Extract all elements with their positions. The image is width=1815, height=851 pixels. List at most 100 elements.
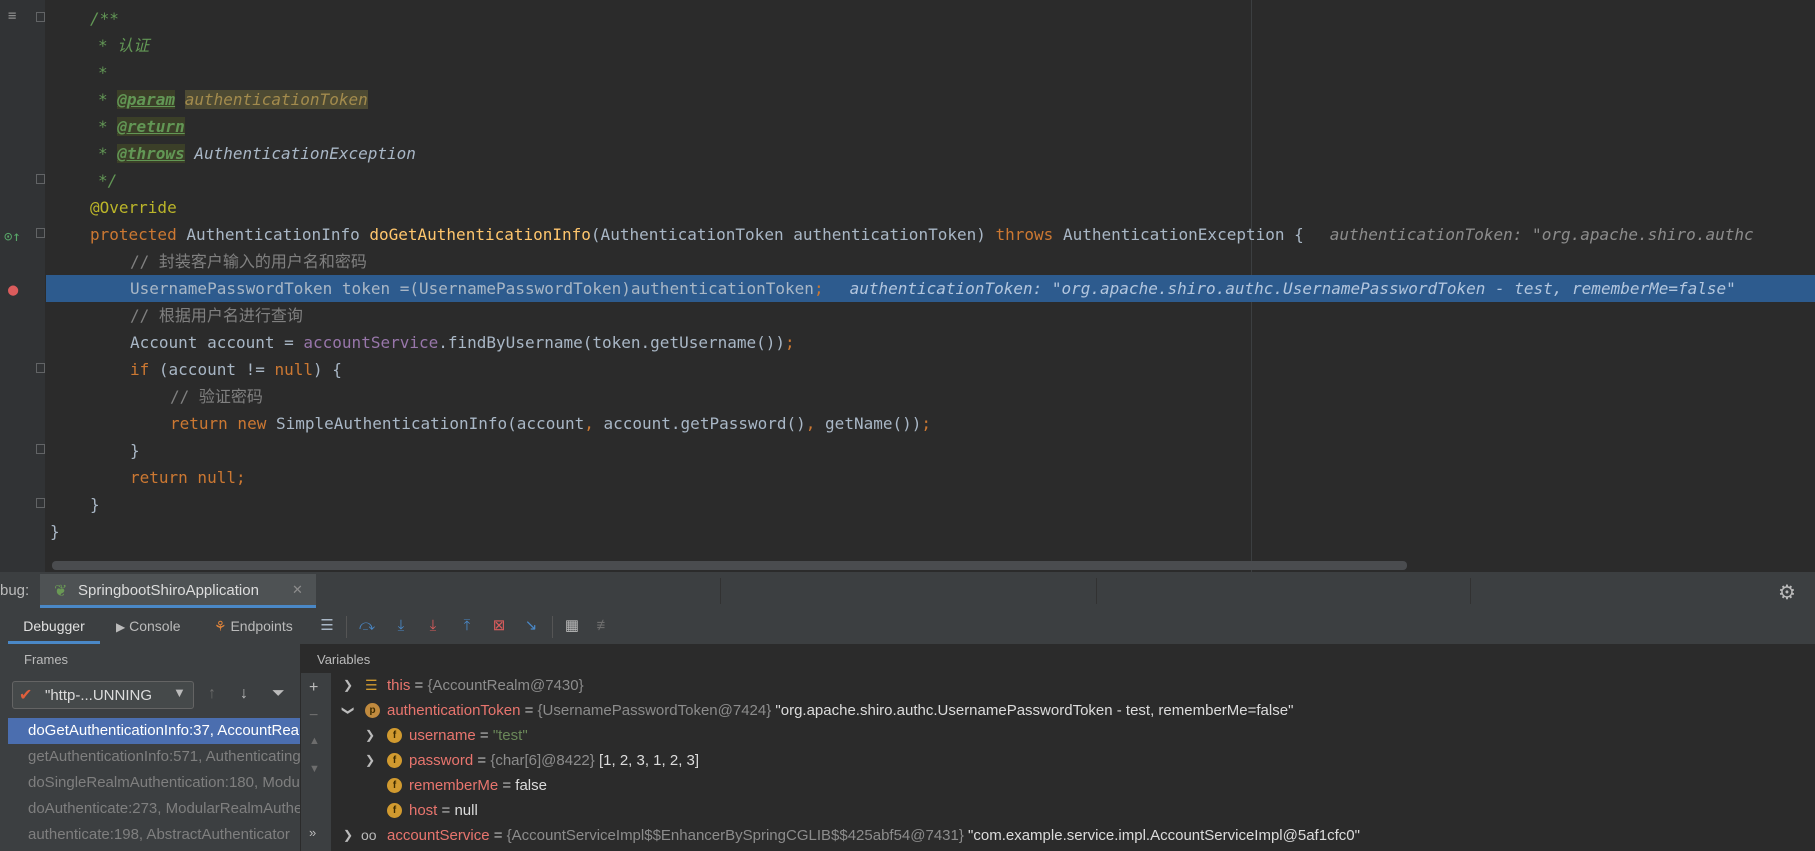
editor-gutter[interactable] — [0, 0, 45, 574]
check-icon: ✔ — [19, 687, 33, 704]
code-line[interactable]: * 认证 — [46, 32, 1815, 59]
variables-panel: Variables + − ▲ ▼ » ❯ ☰ this = {AccountR… — [301, 644, 1815, 851]
chevron-down-icon[interactable]: ❯ — [336, 705, 361, 715]
show-frames-icon[interactable]: ☰ — [318, 617, 336, 635]
endpoints-icon: ⚘ — [214, 618, 227, 634]
step-out-icon[interactable]: ⤒ — [458, 617, 476, 635]
tab-endpoints[interactable]: ⚘ Endpoints — [214, 608, 293, 644]
console-icon: ▶ — [116, 620, 126, 634]
toolbar-separator — [552, 616, 553, 638]
drop-frame-icon[interactable]: ⊠ — [490, 617, 508, 635]
thread-name: "http-...UNNING — [45, 687, 153, 704]
chevron-right-icon[interactable]: ❯ — [343, 673, 353, 698]
code-line[interactable]: // 根据用户名进行查询 — [46, 302, 1815, 329]
watch-glasses-icon: oo — [361, 827, 377, 843]
code-line[interactable]: /** — [46, 5, 1815, 32]
code-line[interactable]: // 验证密码 — [46, 383, 1815, 410]
remove-watch-icon[interactable]: − — [309, 707, 318, 725]
fold-marker[interactable] — [36, 498, 45, 508]
chevron-right-icon[interactable]: ❯ — [365, 723, 375, 748]
fold-marker[interactable] — [36, 174, 45, 184]
code-line[interactable]: protected AuthenticationInfo doGetAuthen… — [46, 221, 1815, 248]
variable-row-account-service[interactable]: ❯ oo accountService = {AccountServiceImp… — [337, 823, 1815, 848]
chevron-right-icon[interactable]: ❯ — [343, 823, 353, 848]
thread-selector[interactable]: ✔ "http-...UNNING ▼ — [12, 681, 194, 709]
add-watch-icon[interactable]: + — [309, 679, 318, 697]
frames-title: Frames — [24, 652, 69, 667]
code-line-current[interactable]: UsernamePasswordToken token =(UsernamePa… — [46, 275, 1815, 302]
equals-sign: = — [502, 777, 512, 794]
run-to-cursor-icon[interactable]: ↘ — [522, 617, 540, 635]
variable-row-authentication-token[interactable]: ❯ p authenticationToken = {UsernamePassw… — [337, 698, 1815, 723]
trace-stream-icon[interactable]: ≢ — [595, 617, 613, 635]
code-line[interactable]: * @return — [46, 113, 1815, 140]
code-line[interactable]: * — [46, 59, 1815, 86]
run-config-tab[interactable]: ❦ SpringbootShiroApplication ✕ — [40, 574, 316, 608]
override-method-icon[interactable]: ⊙↑ — [4, 229, 21, 245]
variable-value: false — [515, 777, 547, 794]
fold-marker[interactable] — [36, 12, 45, 22]
code-line[interactable]: } — [46, 491, 1815, 518]
variable-type: {char[6]@8422} — [490, 752, 595, 769]
code-token: @param — [117, 90, 176, 109]
code-editor[interactable]: ≡ ⊙↑ ● /** * 认证 * * @param authenticationTo… — [0, 0, 1815, 574]
field-icon: f — [387, 753, 402, 768]
frame-item[interactable]: doAuthenticate:273, ModularRealmAuthenti… — [8, 796, 300, 822]
code-token: if — [130, 360, 159, 379]
breakpoint-icon[interactable]: ● — [8, 282, 18, 299]
code-line[interactable]: } — [46, 437, 1815, 464]
fold-marker[interactable] — [36, 444, 45, 454]
gear-icon[interactable]: ⚙ — [1778, 580, 1796, 605]
move-down-icon[interactable]: ▼ — [309, 763, 320, 775]
move-up-icon[interactable]: ▲ — [309, 735, 320, 747]
code-line[interactable]: * @throws AuthenticationException — [46, 140, 1815, 167]
variable-row-host[interactable]: f host = null — [337, 798, 1815, 823]
variable-row-password[interactable]: ❯ f password = {char[6]@8422} [1, 2, 3, … — [337, 748, 1815, 773]
code-line[interactable]: if (account != null) { — [46, 356, 1815, 383]
code-line[interactable]: @Override — [46, 194, 1815, 221]
variable-value: [1, 2, 3, 1, 2, 3] — [598, 752, 700, 769]
tab-console[interactable]: ▶ Console — [116, 608, 181, 644]
frame-item[interactable]: getAuthenticationInfo:571, Authenticatin… — [8, 744, 300, 770]
code-line[interactable]: return null; — [46, 464, 1815, 491]
frame-item[interactable]: doGetAuthenticationInfo:37, AccountRealm — [8, 718, 300, 744]
code-line[interactable]: // 封装客户输入的用户名和密码 — [46, 248, 1815, 275]
evaluate-expression-icon[interactable]: ▦ — [563, 617, 581, 635]
code-line[interactable]: */ — [46, 167, 1815, 194]
structure-icon[interactable]: ≡ — [8, 8, 16, 24]
variable-value: "test" — [492, 727, 528, 744]
chevron-right-icon[interactable]: ❯ — [365, 748, 375, 773]
variable-row-username[interactable]: ❯ f username = "test" — [337, 723, 1815, 748]
code-line[interactable]: return new SimpleAuthenticationInfo(acco… — [46, 410, 1815, 437]
frame-list[interactable]: doGetAuthenticationInfo:37, AccountRealm… — [8, 718, 300, 851]
spring-boot-icon: ❦ — [54, 583, 68, 600]
code-token: } — [50, 522, 60, 541]
frame-item[interactable]: doSingleRealmAuthentication:180, Modular… — [8, 770, 300, 796]
close-icon[interactable]: ✕ — [292, 582, 303, 598]
code-token: Account account = — [130, 333, 304, 352]
code-line[interactable]: Account account = accountService.findByU… — [46, 329, 1815, 356]
filter-icon[interactable]: ⏷ — [272, 685, 285, 703]
step-into-icon[interactable]: ⤓ — [392, 617, 410, 635]
code-token: * — [98, 117, 118, 136]
fold-marker[interactable] — [36, 363, 45, 373]
previous-frame-icon[interactable]: ↑ — [208, 685, 216, 703]
code-token: } — [90, 495, 100, 514]
step-over-icon[interactable]: ⤼ — [358, 617, 376, 635]
horizontal-scrollbar[interactable] — [52, 561, 1407, 570]
variable-row-this[interactable]: ❯ ☰ this = {AccountRealm@7430} — [337, 673, 1815, 698]
tab-debugger[interactable]: Debugger — [8, 608, 100, 644]
code-line[interactable]: * @param authenticationToken — [46, 86, 1815, 113]
header-separator — [1096, 578, 1097, 604]
variable-row-remember-me[interactable]: f rememberMe = false — [337, 773, 1815, 798]
code-token: null — [274, 360, 314, 379]
more-icon[interactable]: » — [309, 825, 316, 840]
frame-item[interactable]: authenticate:198, AbstractAuthenticator — [8, 822, 300, 848]
next-frame-icon[interactable]: ↓ — [240, 685, 248, 703]
fold-marker[interactable] — [36, 228, 45, 238]
force-step-into-icon[interactable]: ⤓ — [424, 617, 442, 635]
chevron-down-icon: ▼ — [173, 685, 186, 700]
frames-panel: Frames ✔ "http-...UNNING ▼ ↑ ↓ ⏷ doGetAu… — [0, 644, 301, 851]
code-line[interactable]: } — [46, 518, 1815, 545]
code-token: // 封装客户输入的用户名和密码 — [130, 252, 367, 271]
